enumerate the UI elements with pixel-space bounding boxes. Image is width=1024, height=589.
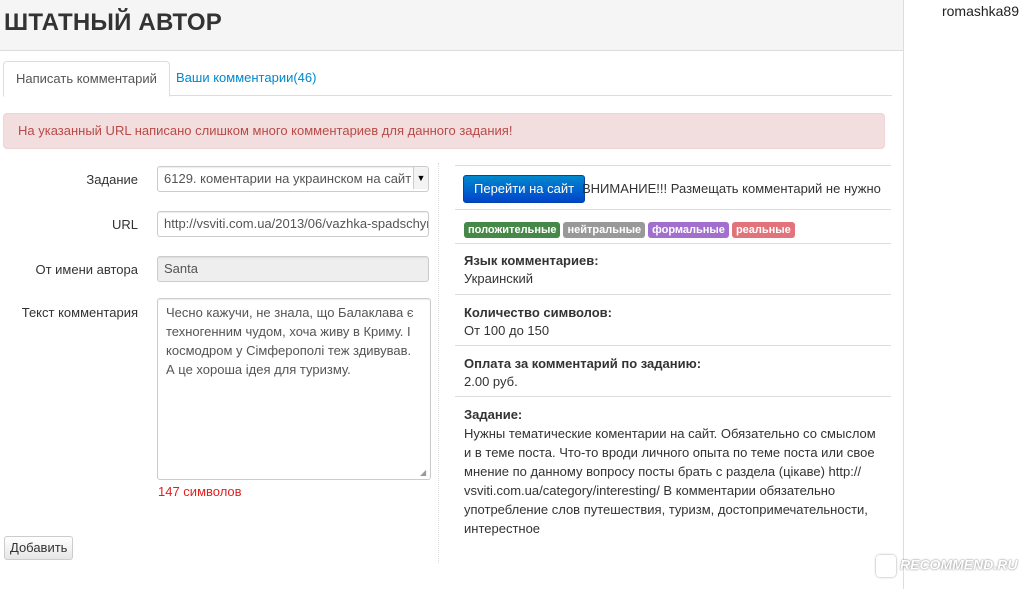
go-to-site-button[interactable]: Перейти на сайт xyxy=(463,175,586,203)
language-value: Украинский xyxy=(464,271,533,286)
comment-text: Чесно кажучи, не знала, що Балаклава є т… xyxy=(166,305,414,377)
column-divider xyxy=(438,163,439,563)
language-heading: Язык комментариев: xyxy=(464,253,599,268)
char-count: 147 символов xyxy=(158,484,242,499)
badge-list: положительные нейтральные формальные реальн… xyxy=(464,221,798,238)
watermark-text: RECOMMEND.RU xyxy=(900,556,1018,573)
task-select-value: 6129. коментарии на украинском на сайт v… xyxy=(164,171,428,186)
error-alert: На указанный URL написано слишком много … xyxy=(3,113,885,149)
symbols-value: От 100 до 150 xyxy=(464,323,550,338)
symbols-heading: Количество символов: xyxy=(464,305,613,320)
main-panel: ШТАТНЫЙ АВТОР Написать комментарий Ваши … xyxy=(0,0,904,589)
tab-write-comment[interactable]: Написать комментарий xyxy=(3,61,170,97)
task-heading: Задание: xyxy=(464,407,523,422)
payment-heading: Оплата за комментарий по заданию: xyxy=(464,356,702,371)
page-header: ШТАТНЫЙ АВТОР xyxy=(0,0,903,51)
recommend-logo-icon xyxy=(876,555,896,577)
badge-real: реальные xyxy=(731,222,795,238)
info-row-language: Язык комментариев: Украинский xyxy=(455,243,891,295)
username[interactable]: romashka89 xyxy=(942,3,1019,19)
badge-neutral: нейтральные xyxy=(563,222,646,238)
info-row-payment: Оплата за комментарий по заданию: 2.00 р… xyxy=(455,345,891,397)
info-row-task: Задание: Нужны тематические коментарии н… xyxy=(455,396,891,537)
page-title: ШТАТНЫЙ АВТОР xyxy=(4,9,222,36)
tabs: Написать комментарий Ваши комментарии(46… xyxy=(3,61,892,97)
author-label: От имени автора xyxy=(35,262,138,277)
task-label: Задание xyxy=(86,172,138,187)
info-row-actions: Перейти на сайт ВНИМАНИЕ!!! Размещать ко… xyxy=(455,165,891,210)
warning-text: ВНИМАНИЕ!!! Размещать комментарий не нуж… xyxy=(582,181,881,196)
url-field[interactable]: http://vsviti.com.ua/2013/06/vazhka-spad… xyxy=(157,211,429,237)
tab-your-comments[interactable]: Ваши комментарии(46) xyxy=(164,61,328,95)
add-button[interactable]: Добавить xyxy=(4,536,74,560)
badge-positive: положительные xyxy=(464,222,561,238)
badge-formal: формальные xyxy=(648,222,729,238)
payment-value: 2.00 руб. xyxy=(464,374,518,389)
comment-label: Текст комментария xyxy=(21,305,138,320)
info-row-symbols: Количество символов: От 100 до 150 xyxy=(455,294,891,346)
task-select[interactable]: 6129. коментарии на украинском на сайт v… xyxy=(157,166,429,192)
info-row-badges: положительные нейтральные формальные реальн… xyxy=(455,209,891,244)
chevron-down-icon[interactable]: ▼ xyxy=(413,167,428,189)
watermark-logo: RECOMMEND.RU xyxy=(876,555,1017,577)
comment-textarea[interactable]: Чесно кажучи, не знала, що Балаклава є т… xyxy=(157,298,431,480)
resize-handle-icon[interactable]: ◢ xyxy=(420,469,428,477)
author-field: Santa xyxy=(157,256,429,282)
task-description: Нужны тематические коментарии на сайт. О… xyxy=(464,426,876,536)
url-label: URL xyxy=(111,217,138,232)
